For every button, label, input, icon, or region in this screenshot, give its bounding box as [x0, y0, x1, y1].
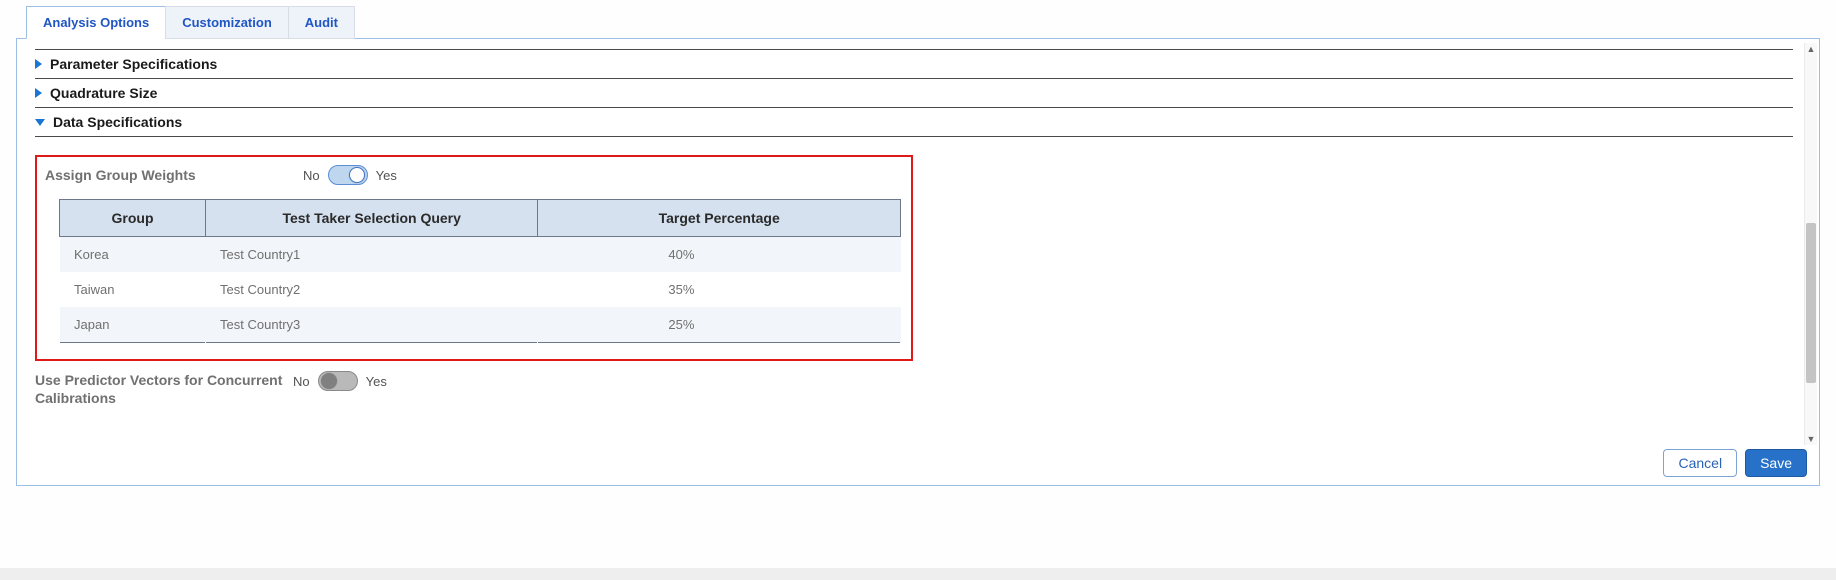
toggle-yes-label: Yes: [366, 374, 387, 389]
table-row[interactable]: Korea Test Country1 40%: [60, 237, 901, 273]
predictor-vectors-row: Use Predictor Vectors for Concurrent Cal…: [35, 371, 1793, 407]
chevron-down-icon: [35, 119, 45, 126]
section-quadrature-size[interactable]: Quadrature Size: [35, 79, 1793, 108]
vertical-scrollbar[interactable]: ▲ ▼: [1804, 43, 1817, 445]
col-target-percentage: Target Percentage: [538, 200, 901, 237]
predictor-vectors-toggle-wrap: No Yes: [293, 371, 387, 391]
chevron-right-icon: [35, 59, 42, 69]
analysis-panel: Parameter Specifications Quadrature Size…: [16, 38, 1820, 486]
tab-strip: Analysis Options Customization Audit: [26, 6, 1820, 39]
tab-label: Analysis Options: [43, 15, 149, 30]
toggle-knob-icon: [349, 167, 365, 183]
tab-label: Audit: [305, 15, 338, 30]
cell-query: Test Country3: [206, 307, 538, 343]
assign-group-weights-toggle-wrap: No Yes: [303, 165, 397, 185]
section-parameter-specifications[interactable]: Parameter Specifications: [35, 49, 1793, 79]
assign-group-weights-region: Assign Group Weights No Yes Group Test T…: [35, 155, 913, 361]
section-title: Data Specifications: [53, 114, 182, 130]
assign-group-weights-label: Assign Group Weights: [45, 167, 293, 183]
toggle-no-label: No: [293, 374, 310, 389]
tab-label: Customization: [182, 15, 272, 30]
footer-shadow: [0, 568, 1836, 580]
cell-percentage: 25%: [538, 307, 901, 343]
save-button[interactable]: Save: [1745, 449, 1807, 477]
toggle-no-label: No: [303, 168, 320, 183]
cancel-button[interactable]: Cancel: [1663, 449, 1737, 477]
table-row[interactable]: Japan Test Country3 25%: [60, 307, 901, 343]
scroll-up-icon[interactable]: ▲: [1805, 43, 1817, 55]
cell-group: Japan: [60, 307, 206, 343]
col-query: Test Taker Selection Query: [206, 200, 538, 237]
cell-group: Korea: [60, 237, 206, 273]
cell-query: Test Country2: [206, 272, 538, 307]
col-group: Group: [60, 200, 206, 237]
predictor-vectors-toggle[interactable]: [318, 371, 358, 391]
scrollbar-thumb[interactable]: [1806, 223, 1816, 383]
cell-group: Taiwan: [60, 272, 206, 307]
table-row[interactable]: Taiwan Test Country2 35%: [60, 272, 901, 307]
assign-group-weights-row: Assign Group Weights No Yes: [45, 165, 895, 185]
tab-analysis-options[interactable]: Analysis Options: [26, 6, 166, 39]
tab-customization[interactable]: Customization: [165, 6, 289, 39]
group-weights-table: Group Test Taker Selection Query Target …: [59, 199, 901, 343]
panel-actions: Cancel Save: [1663, 449, 1807, 477]
scroll-down-icon[interactable]: ▼: [1805, 433, 1817, 445]
tab-audit[interactable]: Audit: [288, 6, 355, 39]
toggle-knob-icon: [321, 373, 337, 389]
predictor-vectors-label: Use Predictor Vectors for Concurrent Cal…: [35, 371, 283, 407]
section-title: Parameter Specifications: [50, 56, 217, 72]
assign-group-weights-toggle[interactable]: [328, 165, 368, 185]
section-title: Quadrature Size: [50, 85, 157, 101]
cell-query: Test Country1: [206, 237, 538, 273]
cell-percentage: 35%: [538, 272, 901, 307]
section-data-specifications[interactable]: Data Specifications: [35, 108, 1793, 137]
toggle-yes-label: Yes: [376, 168, 397, 183]
chevron-right-icon: [35, 88, 42, 98]
panel-scroll-region: Parameter Specifications Quadrature Size…: [17, 39, 1803, 449]
cell-percentage: 40%: [538, 237, 901, 273]
